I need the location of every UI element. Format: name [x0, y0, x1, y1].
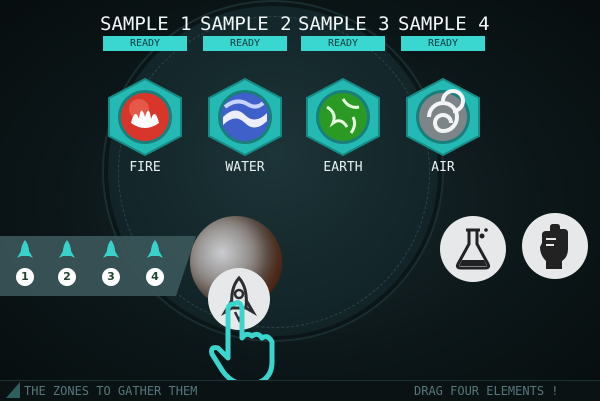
sample-status-badge: READY — [103, 36, 187, 51]
rocket-slot-1[interactable]: 1 — [10, 236, 40, 296]
rocket-icon — [147, 240, 163, 258]
instruction-text-right: DRAG FOUR ELEMENTS ! — [414, 384, 559, 398]
air-icon — [406, 77, 480, 157]
slot-number: 4 — [146, 268, 164, 286]
fist-button[interactable] — [522, 213, 588, 279]
element-label: EARTH — [323, 160, 363, 175]
earth-icon — [306, 77, 380, 157]
sample-title: SAMPLE 4 — [398, 13, 490, 35]
sample-title: SAMPLE 3 — [298, 13, 390, 35]
slot-number: 1 — [16, 268, 34, 286]
rocket-icon — [17, 240, 33, 258]
hand-pointer-icon — [209, 300, 275, 387]
sample-status-badge: READY — [203, 36, 287, 51]
element-label: FIRE — [129, 160, 161, 175]
rocket-icon — [59, 240, 75, 258]
bottom-bar-marker-icon — [6, 382, 20, 398]
rocket-slot-4[interactable]: 4 — [140, 236, 170, 296]
elements-row: FIRE WATER EARTH AIR — [100, 72, 500, 182]
sample-title: SAMPLE 1 — [100, 13, 192, 35]
water-icon — [208, 77, 282, 157]
sample-1: SAMPLE 1 READY — [100, 12, 192, 51]
sample-2: SAMPLE 2 READY — [200, 12, 292, 51]
samples-row: SAMPLE 1 READY SAMPLE 2 READY SAMPLE 3 R… — [100, 12, 500, 57]
element-fire[interactable]: FIRE — [100, 72, 190, 182]
sample-status-badge: READY — [301, 36, 385, 51]
element-label: WATER — [225, 160, 265, 175]
sample-3: SAMPLE 3 READY — [298, 12, 390, 51]
game-scene: SAMPLE 1 READY SAMPLE 2 READY SAMPLE 3 R… — [0, 0, 600, 401]
slot-number: 2 — [58, 268, 76, 286]
element-water[interactable]: WATER — [200, 72, 290, 182]
element-label: AIR — [431, 160, 455, 175]
sample-status-badge: READY — [401, 36, 485, 51]
element-earth[interactable]: EARTH — [298, 72, 388, 182]
rocket-slot-3[interactable]: 3 — [96, 236, 126, 296]
element-air[interactable]: AIR — [398, 72, 488, 182]
instruction-text-left: THE ZONES TO GATHER THEM — [24, 384, 198, 398]
flask-button[interactable] — [440, 216, 506, 282]
rocket-slot-2[interactable]: 2 — [52, 236, 82, 296]
sample-4: SAMPLE 4 READY — [398, 12, 490, 51]
slot-number: 3 — [102, 268, 120, 286]
fist-icon — [540, 224, 568, 269]
rocket-icon — [103, 240, 119, 258]
flask-icon — [455, 228, 491, 270]
rocket-slots-panel: 1 2 3 4 — [0, 236, 196, 296]
sample-title: SAMPLE 2 — [200, 13, 292, 35]
fire-icon — [108, 77, 182, 157]
